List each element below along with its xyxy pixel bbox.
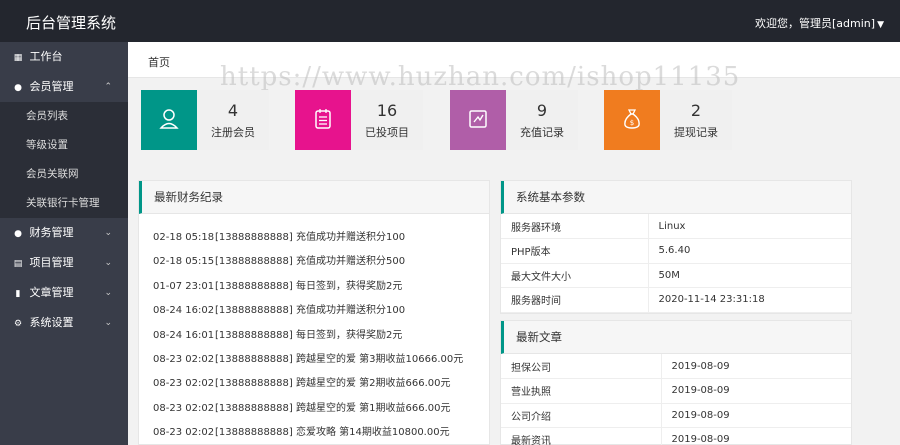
chevron-down-icon: ⌄ [104,228,112,238]
finance-icon: ● [14,229,22,239]
submenu-bank-cards[interactable]: 关联银行卡管理 [0,189,128,218]
panel-title: 最新财务纪录 [139,181,489,214]
sidebar-item-label: 工作台 [29,50,63,63]
list-item: 08-24 16:02[13888888888] 充值成功并赠送积分100 [153,305,406,317]
stat-body [660,90,732,150]
member-icon: ● [14,83,22,93]
system-panel: 系统基本参数 服务器环境 Linux PHP版本 5.6.40 最大文件大小 50M … [500,180,852,314]
chevron-down-icon: ⌄ [104,318,112,328]
stat-icon-box [141,90,197,150]
panel-title: 最新文章 [501,321,851,354]
chevron-down-icon: ⌄ [104,258,112,268]
stat-value: 2 [690,101,702,120]
sidebar-item-settings[interactable]: ⚙ 系统设置 ⌄ [0,308,128,338]
sidebar-item-finance[interactable]: ● 财务管理 ⌄ [0,218,128,248]
breadcrumb-bar: 首页 [128,42,900,78]
list-item: 08-23 02:02[13888888888] 恋爱攻略 第14期收益1080… [153,427,450,439]
members-submenu: 会员列表 等级设置 会员关联网 关联银行卡管理 [0,102,128,218]
submenu-level-settings[interactable]: 等级设置 [0,131,128,160]
svg-text:$: $ [630,119,634,127]
stat-value: 16 [376,101,398,120]
list-item: 08-23 02:02[13888888888] 跨越星空的爱 第2期收益666… [153,378,451,390]
user-greeting: 欢迎您，管理员[admin] [755,17,876,30]
sidebar-item-dashboard[interactable]: ▦ 工作台 [0,42,128,72]
list-item: 08-23 02:02[13888888888] 跨越星空的爱 第3期收益106… [153,353,464,365]
table-row: 最大文件大小 50M [501,263,851,288]
chevron-down-icon: ⌄ [104,288,112,298]
list-item: 08-24 16:01[13888888888] 每日签到，获得奖励2元 [153,329,403,341]
finance-panel: 最新财务纪录 02-18 05:18[13888888888] 充值成功并赠送积… [138,180,490,445]
submenu-member-network[interactable]: 会员关联网 [0,160,128,189]
stat-icon-box [295,90,351,150]
app-title: 后台管理系统 [26,14,117,32]
user-menu[interactable]: 欢迎您，管理员[admin] ▼ [755,15,884,31]
sidebar-item-label: 项目管理 [29,256,74,269]
table-row[interactable]: 最新资讯 2019-08-09 [501,427,851,445]
stat-value: 9 [536,101,548,120]
finance-list: 02-18 05:18[13888888888] 充值成功并赠送积分100 02… [139,214,489,445]
dashboard-icon: ▦ [13,53,23,63]
stat-card-projects[interactable]: 16 已投项目 [295,90,423,150]
sidebar: ▦ 工作台 ● 会员管理 ⌃ 会员列表 等级设置 会员关联网 关联银行卡管理 ●… [0,42,128,445]
clipboard-icon [315,109,331,129]
stat-body [197,90,269,150]
moneybag-icon: $ [624,109,640,129]
stat-card-recharge[interactable]: 9 充值记录 [450,90,578,150]
stat-icon-box: $ [604,90,660,150]
list-item: 08-23 02:02[13888888888] 跨越星空的爱 第1期收益666… [153,402,451,414]
list-item: 02-18 05:18[13888888888] 充值成功并赠送积分100 [153,232,406,243]
sidebar-item-articles[interactable]: ▮ 文章管理 ⌄ [0,278,128,308]
sidebar-item-projects[interactable]: ▤ 项目管理 ⌄ [0,248,128,278]
sidebar-item-label: 财务管理 [29,226,74,239]
sidebar-item-label: 系统设置 [29,316,74,329]
top-bar: 后台管理系统 欢迎您，管理员[admin] ▼ [0,0,900,42]
stat-icon-box [450,90,506,150]
stat-label: 提现记录 [674,126,718,139]
main-content: 首页 https://www.huzhan.com/ishop11135 4 注… [128,42,900,445]
sidebar-item-members[interactable]: ● 会员管理 ⌃ [0,72,128,102]
system-table: 服务器环境 Linux PHP版本 5.6.40 最大文件大小 50M 服务器时间 20… [501,214,851,313]
table-row: 服务器环境 Linux [501,214,851,239]
stat-label: 充值记录 [520,126,564,139]
stat-body [351,90,423,150]
stat-card-members[interactable]: 4 注册会员 [141,90,269,150]
sidebar-item-label: 会员管理 [29,80,74,93]
panel-title: 系统基本参数 [501,181,851,214]
table-row[interactable]: 营业执照 2019-08-09 [501,378,851,404]
settings-icon: ⚙ [13,319,23,329]
table-row[interactable]: 公司介绍 2019-08-09 [501,403,851,428]
stat-body [506,90,578,150]
list-item: 02-18 05:15[13888888888] 充值成功并赠送积分500 [153,256,406,268]
stat-label: 注册会员 [211,126,255,139]
breadcrumb[interactable]: 首页 [148,54,170,70]
user-icon [159,109,179,129]
sidebar-item-label: 文章管理 [29,286,74,299]
articles-panel: 最新文章 担保公司 2019-08-09 营业执照 2019-08-09 公司介绍 2… [500,320,852,445]
article-icon: ▮ [15,289,21,299]
submenu-member-list[interactable]: 会员列表 [0,102,128,131]
stat-label: 已投项目 [365,126,409,139]
table-row[interactable]: 担保公司 2019-08-09 [501,354,851,379]
stat-value: 4 [227,101,239,120]
table-row: PHP版本 5.6.40 [501,238,851,264]
chevron-down-icon: ▼ [877,20,884,30]
stat-card-withdraw[interactable]: $ 2 提现记录 [604,90,732,150]
project-icon: ▤ [13,259,23,269]
list-item: 01-07 23:01[13888888888] 每日签到，获得奖励2元 [153,280,403,292]
recharge-icon [469,110,487,128]
table-row: 服务器时间 2020-11-14 23:31:18 [501,287,851,313]
chevron-up-icon: ⌃ [104,82,112,92]
articles-table: 担保公司 2019-08-09 营业执照 2019-08-09 公司介绍 2019-0… [501,354,851,445]
